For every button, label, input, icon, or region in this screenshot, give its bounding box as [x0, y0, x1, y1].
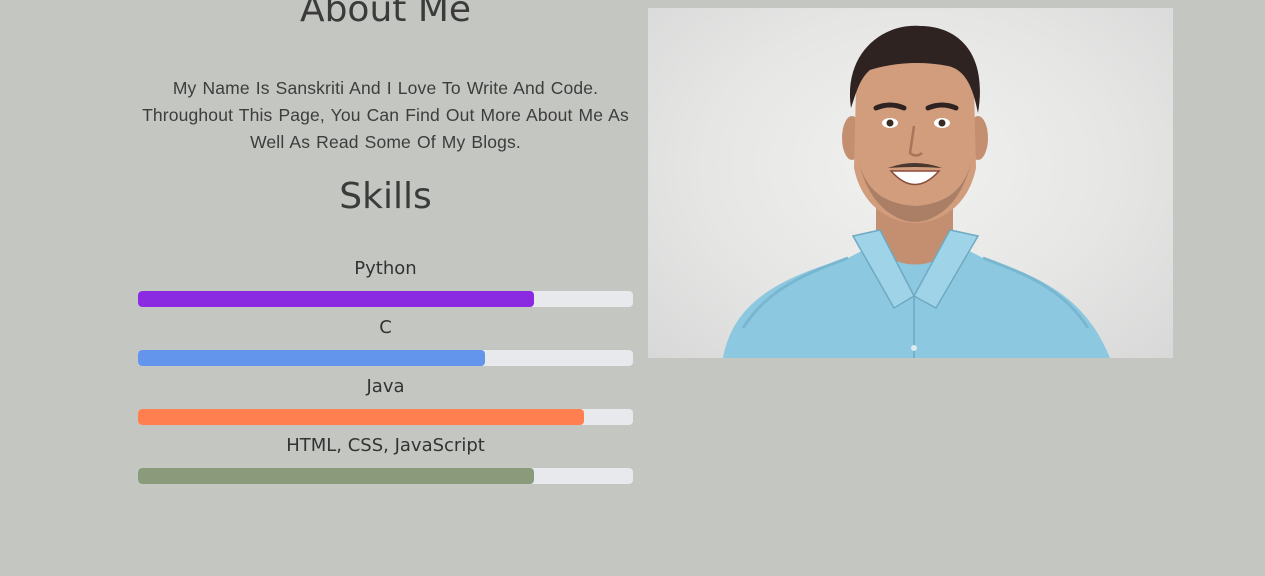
about-intro-text: My Name Is Sanskriti And I Love To Write… [142, 78, 629, 152]
skill-progress-fill [138, 409, 584, 425]
portrait-illustration [723, 25, 1110, 358]
skill-progress-bar [138, 409, 633, 425]
skill-label: C [379, 317, 392, 338]
skills-title: Skills [339, 176, 432, 217]
skill-progress-fill [138, 350, 485, 366]
about-page: About Me My Name Is Sanskriti And I Love… [0, 0, 1265, 576]
skill-web: HTML, CSS, JavaScript [138, 433, 633, 484]
skill-progress-bar [138, 468, 633, 484]
skill-progress-fill [138, 291, 534, 307]
skill-label: Java [366, 376, 405, 397]
profile-photo [648, 8, 1173, 358]
about-title: About Me [299, 0, 472, 30]
skill-progress-fill [138, 468, 534, 484]
skill-progress-bar [138, 291, 633, 307]
skill-java: Java [138, 374, 633, 425]
skill-label: HTML, CSS, JavaScript [286, 435, 485, 456]
skill-python: Python [138, 256, 633, 307]
skill-c: C [138, 315, 633, 366]
skill-label: Python [354, 258, 417, 279]
skill-progress-bar [138, 350, 633, 366]
